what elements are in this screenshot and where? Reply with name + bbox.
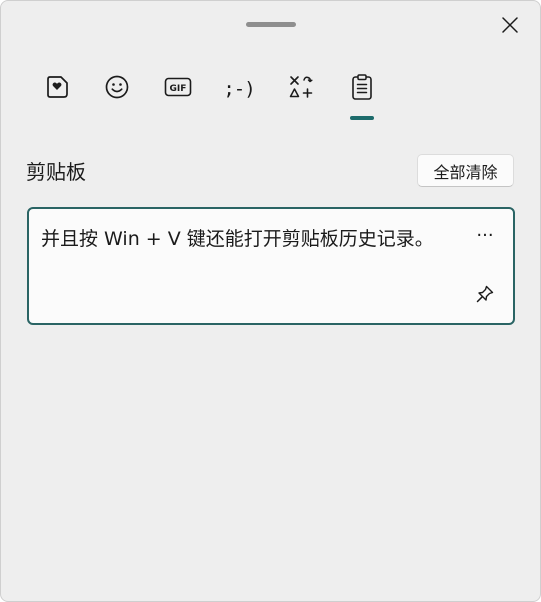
tab-symbols[interactable] <box>281 69 321 109</box>
gif-icon-label: GIF <box>170 84 187 94</box>
pin-icon <box>475 284 495 308</box>
close-icon <box>502 17 518 37</box>
more-options-button[interactable]: ··· <box>471 223 499 247</box>
clear-all-button[interactable]: 全部清除 <box>417 154 514 187</box>
clipboard-panel: GIF ;-) 剪贴板 全部清除 并且按 Win + V 键还能打开剪贴板历史记… <box>0 0 541 602</box>
drag-handle[interactable] <box>246 22 296 27</box>
clipboard-icon <box>350 73 374 105</box>
heart-sticker-icon <box>44 74 70 104</box>
clipboard-item[interactable]: 并且按 Win + V 键还能打开剪贴板历史记录。 ··· <box>27 207 515 325</box>
tab-stickers[interactable] <box>37 69 77 109</box>
more-icon: ··· <box>476 224 494 246</box>
tab-gif[interactable]: GIF <box>158 69 198 109</box>
smiley-icon <box>104 74 130 104</box>
tab-clipboard[interactable] <box>342 69 382 109</box>
clipboard-item-text: 并且按 Win + V 键还能打开剪贴板历史记录。 <box>41 228 434 250</box>
gif-icon: GIF <box>164 76 192 102</box>
kaomoji-icon: ;-) <box>223 78 255 100</box>
tab-kaomoji[interactable]: ;-) <box>219 69 259 109</box>
selected-tab-indicator <box>350 116 374 120</box>
section-title: 剪贴板 <box>26 160 86 184</box>
close-button[interactable] <box>495 13 525 41</box>
tab-emoji[interactable] <box>97 69 137 109</box>
pin-button[interactable] <box>471 283 499 309</box>
symbols-icon <box>288 74 314 104</box>
